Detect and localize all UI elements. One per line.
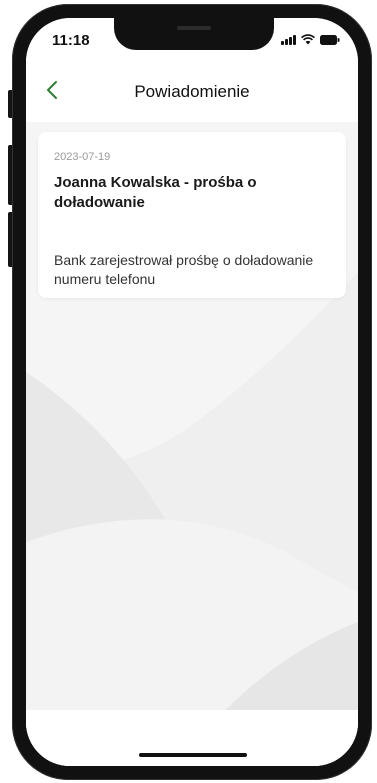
status-bar: 11:18 [26,18,358,62]
notification-date: 2023-07-19 [54,151,111,163]
home-indicator[interactable] [139,753,247,757]
header: Powiadomienie [26,62,358,122]
notch [114,18,274,50]
battery-icon [320,34,340,45]
speaker [177,26,211,30]
stage: 11:18 Powiadomienie 2023-07-19 Joanna Ko… [0,0,377,783]
phone-frame: 11:18 Powiadomienie 2023-07-19 Joanna Ko… [12,4,372,780]
status-icons [281,34,340,45]
content-area: 2023-07-19 Joanna Kowalska - prośba o do… [26,122,358,766]
notification-body: Bank zarejestrował prośbę o doładowanie … [54,252,314,287]
status-time: 11:18 [52,32,90,49]
page-title: Powiadomienie [134,82,250,101]
signal-icon [281,34,296,45]
notification-title: Joanna Kowalska - prośba o doładowanie [54,174,257,211]
notification-card: 2023-07-19 Joanna Kowalska - prośba o do… [38,132,346,298]
bottom-bar [26,710,358,766]
wifi-icon [301,34,315,45]
phone-screen: 11:18 Powiadomienie 2023-07-19 Joanna Ko… [26,18,358,766]
